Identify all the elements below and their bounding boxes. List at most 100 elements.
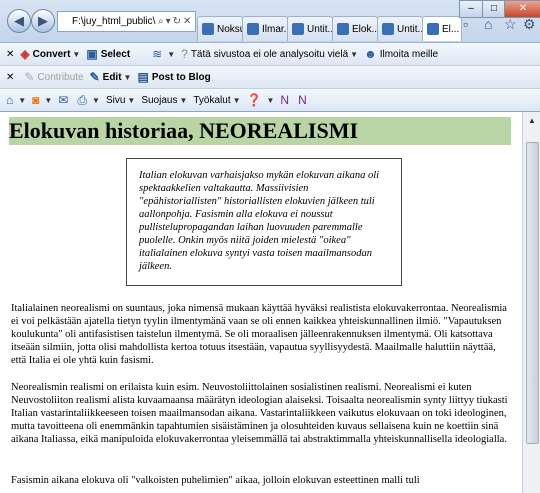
command-bar: ⌂ ▼ ◙ ▼ ✉ ⎙ ▼ Sivu ▼ Suojaus ▼ Työkalut ▼ ❓ ▼ N… [0, 89, 540, 112]
paragraph-1: Italialainen neorealismi on suuntaus, jo… [11, 303, 507, 366]
onenote-button[interactable]: N [280, 93, 292, 107]
analysis-status[interactable]: ? Tätä sivustoa ei ole analysoitu vielä ▼ [181, 47, 358, 61]
page-content: Elokuvan historiaa, NEOREALISMI Italian … [0, 111, 522, 493]
maximize-button[interactable]: □ [482, 0, 506, 18]
select-icon: ▣ [86, 47, 98, 61]
quote-box: Italian elokuvan varhaisjakso mykän elok… [126, 158, 402, 286]
users-icon: ☻ [364, 47, 377, 61]
onenote-icon: N [298, 93, 307, 107]
address-text[interactable]: F:\juy_html_public\ [58, 16, 156, 27]
chevron-down-icon[interactable]: ▼ [233, 96, 241, 105]
chevron-down-icon[interactable]: ▼ [18, 96, 26, 105]
question-icon: ? [181, 47, 188, 61]
safety-menu[interactable]: Suojaus ▼ [141, 95, 187, 106]
page-icon [202, 23, 214, 35]
analysis-text: Tätä sivustoa ei ole analysoitu vielä [190, 48, 349, 60]
tab-3[interactable]: Untit... [287, 16, 333, 41]
page-icon [427, 23, 439, 35]
search-icon[interactable]: ⌕ [158, 16, 164, 27]
close-toolbar-icon[interactable]: ✕ [6, 72, 14, 83]
page-icon [292, 23, 304, 35]
post-to-blog-button[interactable]: ▤ Post to Blog [137, 70, 210, 84]
convert-label: Convert [32, 48, 71, 60]
contribute-label: Contribute [37, 71, 84, 83]
rss-icon: ◙ [32, 93, 40, 107]
page-menu[interactable]: Sivu ▼ [106, 95, 135, 106]
back-button[interactable]: ◀ [7, 9, 31, 33]
chevron-down-icon[interactable]: ▼ [72, 50, 80, 59]
chevron-down-icon[interactable]: ▼ [267, 96, 275, 105]
stop-icon[interactable]: ✕ [183, 16, 191, 27]
tab-2[interactable]: Ilmar... [242, 16, 288, 41]
edit-label: Edit [102, 71, 122, 83]
quote-text: Italian elokuvan varhaisjakso mykän elok… [139, 170, 380, 272]
edit-button[interactable]: ✎ Edit ▼ [90, 70, 132, 84]
favorites-star-icon[interactable]: ☆ [504, 16, 517, 33]
tab-1[interactable]: Noksu [197, 16, 243, 41]
home-icon: ⌂ [6, 93, 14, 107]
close-button[interactable]: ✕ [504, 0, 540, 18]
help-icon: ❓ [246, 93, 262, 107]
tools-menu[interactable]: Työkalut ▼ [193, 95, 240, 106]
browser-title-bar: ◀ ▶ F:\juy_html_public\ ⌕ ▾ ↻ ✕ Noksu Il… [0, 0, 540, 43]
close-toolbar-icon[interactable]: ✕ [6, 49, 14, 60]
mail-button[interactable]: ✉ [58, 93, 71, 107]
tab-label: Untit... [307, 23, 332, 35]
contribute-button[interactable]: ✎ Contribute [24, 70, 83, 84]
toolbar-convert: ✕ ◈ Convert ▼ ▣ Select ≋ ▼ ? Tätä sivustoa ei… [0, 43, 540, 66]
printer-icon: ⎙ [77, 92, 88, 107]
tab-label: El... [442, 23, 460, 35]
onenote-icon: N [280, 93, 290, 107]
settings-gear-icon[interactable]: ⚙ [523, 16, 536, 33]
onenote-send-button[interactable]: N [298, 93, 310, 107]
home-icon[interactable]: ⌂ [484, 16, 492, 32]
home-button[interactable]: ⌂ ▼ [6, 93, 26, 107]
help-button[interactable]: ❓ ▼ [247, 93, 275, 107]
chevron-down-icon[interactable]: ▼ [350, 50, 358, 59]
chevron-down-icon[interactable]: ▼ [167, 50, 175, 59]
tab-active[interactable]: El... [422, 16, 462, 41]
safety-menu-label: Suojaus [141, 94, 178, 106]
vertical-scrollbar[interactable]: ▲ [522, 111, 540, 493]
new-tab-icon[interactable]: ▫ [463, 16, 468, 32]
chevron-down-icon[interactable]: ▼ [124, 73, 132, 82]
select-button[interactable]: ▣ Select [86, 47, 130, 61]
tab-4[interactable]: Elok... [332, 16, 378, 41]
feeds-button[interactable]: ◙ ▼ [32, 93, 52, 107]
page-icon [382, 23, 394, 35]
forward-button[interactable]: ▶ [31, 9, 55, 33]
dropdown-icon[interactable]: ▾ [166, 16, 171, 27]
tab-label: Ilmar... [262, 23, 287, 35]
edit-icon: ✎ [89, 70, 100, 84]
refresh-icon[interactable]: ↻ [173, 16, 181, 27]
page-title: Elokuvan historiaa, NEOREALISMI [9, 117, 511, 145]
address-bar[interactable]: F:\juy_html_public\ ⌕ ▾ ↻ ✕ [57, 11, 196, 32]
chevron-down-icon[interactable]: ▼ [179, 96, 187, 105]
tools-menu-label: Työkalut [193, 94, 231, 106]
page-icon [247, 23, 259, 35]
tab-5[interactable]: Untit... [377, 16, 423, 41]
scroll-up-icon[interactable]: ▲ [525, 114, 539, 128]
chevron-down-icon[interactable]: ▼ [127, 96, 135, 105]
wot-button[interactable]: ≋ ▼ [152, 47, 175, 61]
chevron-down-icon[interactable]: ▼ [44, 96, 52, 105]
print-button[interactable]: ⎙ ▼ [77, 93, 100, 108]
forward-arrow-icon: ▶ [38, 13, 48, 28]
paragraph-3: Fasismin aikana elokuva oli "valkoisten … [11, 475, 420, 486]
convert-button[interactable]: ◈ Convert ▼ [20, 47, 80, 61]
minimize-button[interactable]: – [459, 0, 483, 18]
scrollbar-thumb[interactable] [526, 142, 539, 444]
tab-label: Untit... [397, 23, 422, 35]
contribute-icon: ✎ [24, 70, 35, 84]
report-button[interactable]: ☻ Ilmoita meille [364, 47, 438, 61]
pdf-icon: ◈ [20, 47, 30, 61]
back-arrow-icon: ◀ [14, 13, 24, 28]
paragraph-2: Neorealismin realismi on erilaista kuin … [11, 382, 508, 445]
blog-icon: ▤ [137, 70, 149, 84]
toolbar-contribute: ✕ ✎ Contribute ✎ Edit ▼ ▤ Post to Blog [0, 66, 540, 89]
chevron-down-icon[interactable]: ▼ [92, 96, 100, 105]
page-menu-label: Sivu [105, 94, 126, 106]
tab-label: Noksu [217, 23, 243, 35]
tab-label: Elok... [352, 23, 378, 35]
post-label: Post to Blog [151, 71, 211, 83]
